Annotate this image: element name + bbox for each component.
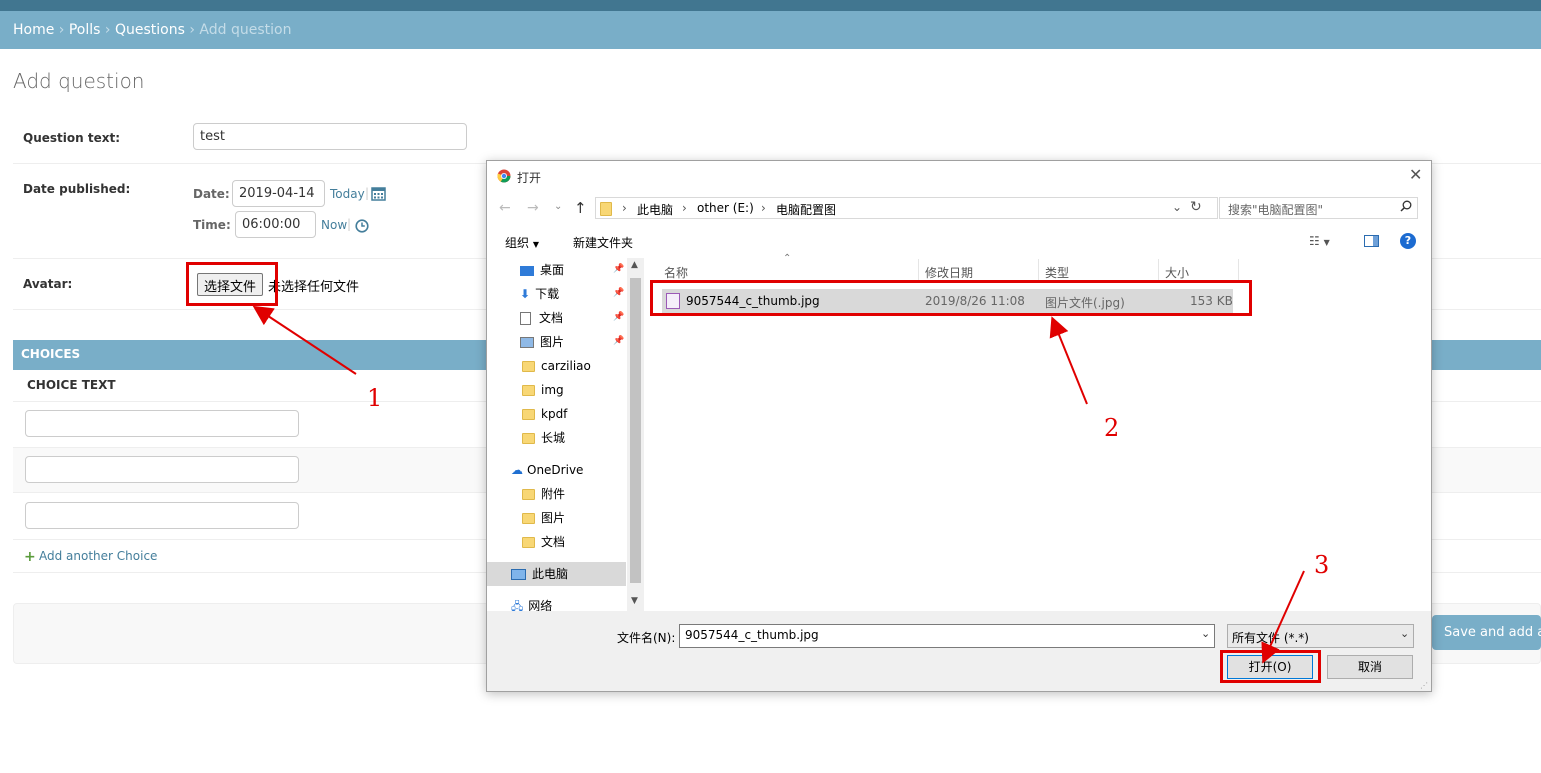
annotation-label-2: 2: [1104, 414, 1120, 442]
arrow-2: [1049, 316, 1088, 405]
annotation-label-3: 3: [1314, 551, 1330, 579]
annotation-label-1: 1: [367, 384, 383, 412]
arrow-3: [1261, 570, 1305, 664]
arrow-1: [252, 305, 357, 375]
annotation-arrows: [252, 305, 1305, 664]
